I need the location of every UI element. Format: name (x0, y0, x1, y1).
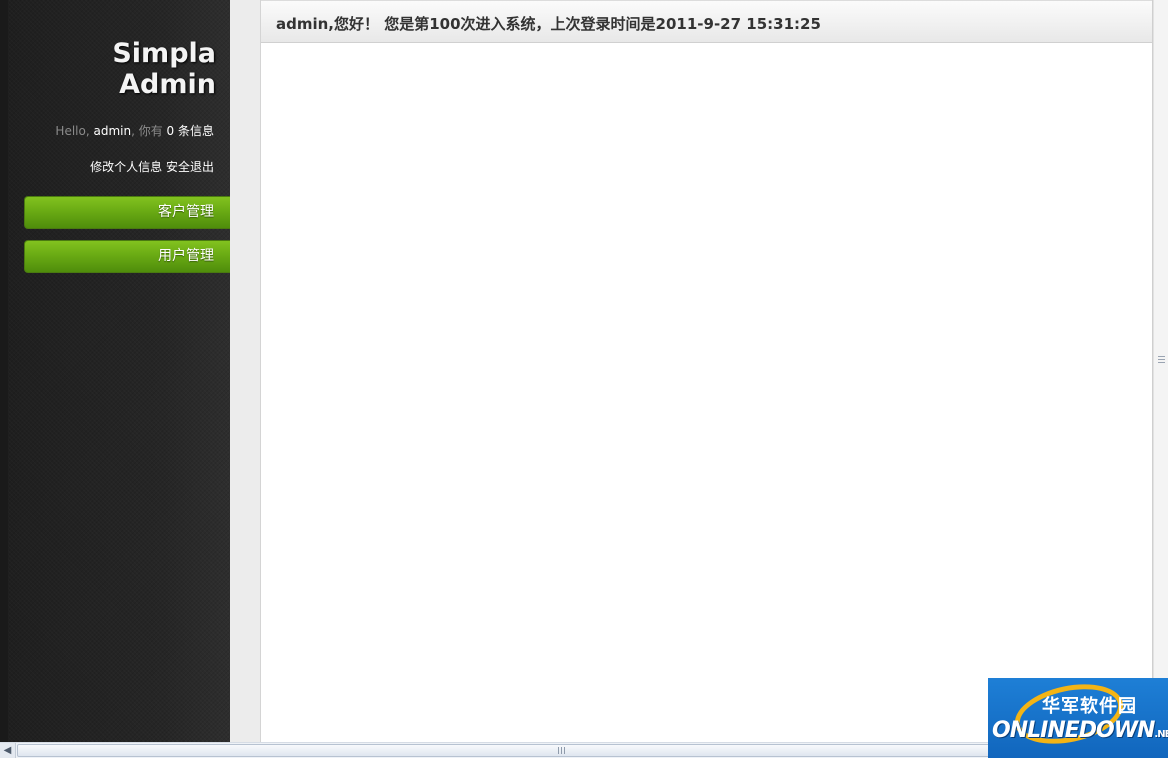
horizontal-scroll-thumb[interactable] (17, 744, 1103, 757)
watermark-en-text: ONLINEDOWN.NET (992, 718, 1168, 743)
profile-greeting: Hello, admin, 你有 0 条信息 (55, 122, 214, 139)
scroll-left-arrow-icon[interactable]: ◀ (0, 743, 16, 758)
watermark-suffix: .NET (1154, 729, 1168, 740)
vertical-scrollbar[interactable] (1153, 0, 1168, 742)
greeting-hello: Hello, (55, 124, 94, 138)
scrollbar-grip-icon (558, 747, 567, 754)
nav-item-user-management[interactable]: 用户管理 (24, 240, 230, 273)
logout-link[interactable]: 安全退出 (166, 160, 214, 174)
left-edge (0, 0, 8, 742)
profile-links: 修改个人信息 安全退出 (90, 158, 214, 175)
message-label-link[interactable]: 条信息 (174, 124, 214, 138)
welcome-message: admin,您好！ 您是第100次进入系统，上次登录时间是2011-9-27 1… (276, 15, 821, 33)
app-window: Simpla Admin Hello, admin, 你有 0 条信息 修改个人… (0, 0, 1168, 758)
greeting-mid: , 你有 (131, 124, 167, 138)
watermark-en-main: ONLINEDOWN (992, 718, 1155, 743)
edit-profile-link[interactable]: 修改个人信息 (90, 160, 162, 174)
profile-username-link[interactable]: admin (93, 124, 131, 138)
site-title: Simpla Admin (112, 38, 216, 100)
content-header: admin,您好！ 您是第100次进入系统，上次登录时间是2011-9-27 1… (261, 0, 1152, 43)
scrollbar-grip-icon (1158, 356, 1165, 365)
main-content: admin,您好！ 您是第100次进入系统，上次登录时间是2011-9-27 1… (260, 0, 1153, 742)
watermark-cn-text: 华军软件园 (1042, 696, 1137, 717)
content-gutter (230, 0, 260, 742)
nav-item-customer-management[interactable]: 客户管理 (24, 196, 230, 229)
sidebar: Simpla Admin Hello, admin, 你有 0 条信息 修改个人… (8, 0, 230, 742)
watermark-logo: 华军软件园 ONLINEDOWN.NET (988, 678, 1168, 758)
